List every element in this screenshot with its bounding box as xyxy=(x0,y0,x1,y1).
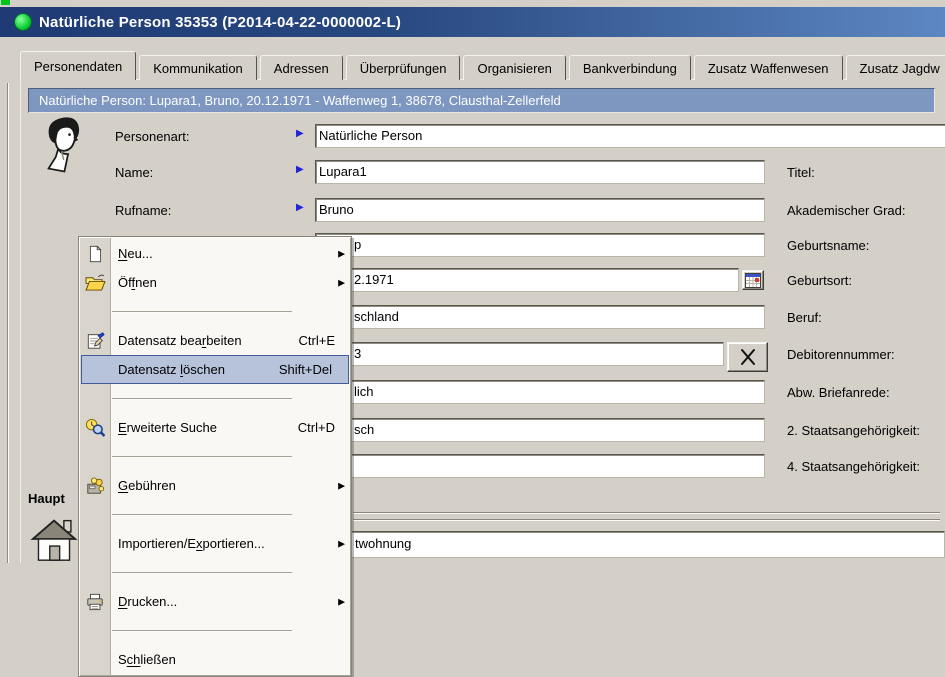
form-field-value: lich xyxy=(316,382,764,402)
submenu-arrow-icon: ▶ xyxy=(338,277,345,288)
new-document-icon xyxy=(84,245,106,263)
address-type-value: twohnung xyxy=(311,532,944,556)
menu-item-label: Datensatz bearbeiten xyxy=(118,333,242,348)
address-type-field[interactable]: twohnung xyxy=(310,531,945,558)
open-folder-icon xyxy=(84,274,106,291)
field-label: Personenart: xyxy=(115,129,189,144)
menu-item-label: Datensatz löschen xyxy=(118,362,225,377)
clear-x-icon xyxy=(736,347,760,367)
menu-item-label: Importieren/Exportieren... xyxy=(118,536,265,551)
form-field[interactable]: Bruno xyxy=(315,198,765,222)
application-window: { "window": { "title": "Natürliche Perso… xyxy=(0,0,945,563)
menu-separator xyxy=(112,398,292,400)
menu-item-label: Drucken... xyxy=(118,594,177,609)
form-field[interactable]: lich xyxy=(315,380,765,404)
menu-item-label: Neu... xyxy=(118,246,153,261)
form-field[interactable]: p xyxy=(315,233,765,257)
menu-item-shortcut: Ctrl+E xyxy=(299,333,335,348)
calendar-icon xyxy=(745,273,761,288)
advanced-search-icon xyxy=(84,418,106,437)
menu-separator xyxy=(112,456,292,458)
menu-item[interactable]: Importieren/Exportieren... ▶ xyxy=(79,529,351,558)
form-field[interactable]: sch xyxy=(315,418,765,442)
printer-icon xyxy=(84,593,106,611)
form-field-value: 2.1971 xyxy=(316,270,738,290)
field-label: Rufname: xyxy=(115,203,171,218)
form-row: Rufname: ▶ Bruno xyxy=(0,198,945,230)
form-field[interactable]: 3 xyxy=(315,342,724,366)
menu-item[interactable] xyxy=(79,500,351,529)
section-title: Haupt xyxy=(28,491,65,506)
menu-item[interactable]: Datensatz löschen Shift+Del xyxy=(81,355,349,384)
menu-item[interactable] xyxy=(79,442,351,471)
calendar-button[interactable] xyxy=(742,270,764,290)
menu-item-label: Gebühren xyxy=(118,478,176,493)
tab-item[interactable]: Personendaten xyxy=(20,51,136,80)
menu-separator xyxy=(112,572,292,574)
form-field-value: Natürliche Person xyxy=(316,126,945,146)
field-arrow-icon: ▶ xyxy=(296,128,304,139)
form-field-value: sch xyxy=(316,420,764,440)
home-icon xyxy=(30,516,78,562)
menu-separator xyxy=(112,514,292,516)
context-menu: Neu... ▶ Öffnen ▶ Datensatz bearbeiten C… xyxy=(78,236,352,677)
menu-item-label: Erweiterte Suche xyxy=(118,420,217,435)
field-arrow-icon: ▶ xyxy=(296,202,304,213)
field-label: Name: xyxy=(115,165,153,180)
clear-button[interactable] xyxy=(727,342,768,372)
menu-separator xyxy=(112,630,292,632)
field-arrow-icon: ▶ xyxy=(296,164,304,175)
menu-item[interactable]: Gebühren ▶ xyxy=(79,471,351,500)
form-field[interactable]: Lupara1 xyxy=(315,160,765,184)
menu-item[interactable] xyxy=(79,558,351,587)
submenu-arrow-icon: ▶ xyxy=(338,538,345,549)
form-field-value: schland xyxy=(316,307,764,327)
menu-item[interactable]: Drucken... ▶ xyxy=(79,587,351,616)
form-field-value: Lupara1 xyxy=(316,162,764,182)
submenu-arrow-icon: ▶ xyxy=(338,480,345,491)
form-row: Name: ▶ Lupara1 xyxy=(0,160,945,192)
edit-record-icon xyxy=(84,332,106,350)
fees-icon xyxy=(84,477,106,495)
menu-item[interactable] xyxy=(79,297,351,326)
menu-item[interactable]: Erweiterte Suche Ctrl+D xyxy=(79,413,351,442)
menu-item[interactable] xyxy=(79,384,351,413)
form-field[interactable]: 2.1971 xyxy=(315,268,739,292)
menu-item[interactable]: Neu... ▶ xyxy=(79,239,351,268)
form-field-value: Bruno xyxy=(316,200,764,220)
menu-item-shortcut: Ctrl+D xyxy=(298,420,335,435)
form-field-value: p xyxy=(316,235,764,255)
form-field[interactable] xyxy=(315,454,765,478)
menu-item-shortcut: Shift+Del xyxy=(279,362,332,377)
form-field[interactable]: schland xyxy=(315,305,765,329)
menu-item-label: Öffnen xyxy=(118,275,157,290)
menu-item[interactable]: Öffnen ▶ xyxy=(79,268,351,297)
form-row: Personenart: ▶ Natürliche Person xyxy=(0,124,945,156)
tab-label: Personendaten xyxy=(34,59,122,74)
submenu-arrow-icon: ▶ xyxy=(338,248,345,259)
form-field-value: 3 xyxy=(316,344,723,364)
menu-item-label: Schließen xyxy=(118,652,176,667)
menu-item[interactable]: Datensatz bearbeiten Ctrl+E xyxy=(79,326,351,355)
submenu-arrow-icon: ▶ xyxy=(338,596,345,607)
menu-item[interactable] xyxy=(79,616,351,645)
menu-separator xyxy=(112,311,292,313)
menu-item[interactable]: Schließen xyxy=(79,645,351,674)
form-field[interactable]: Natürliche Person xyxy=(315,124,945,148)
